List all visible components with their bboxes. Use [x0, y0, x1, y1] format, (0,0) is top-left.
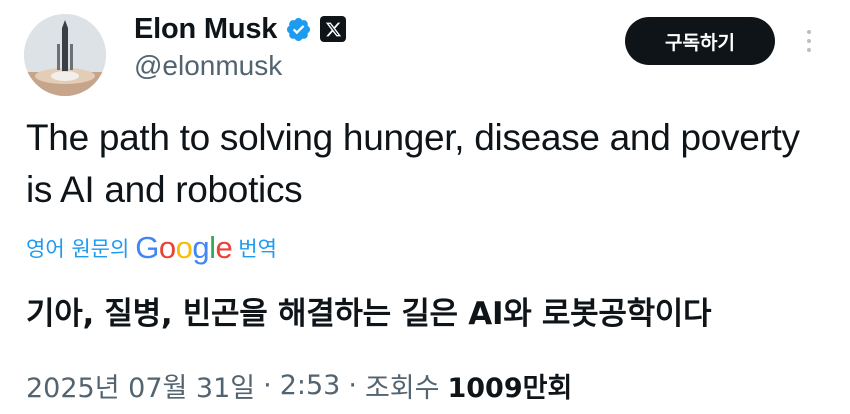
display-name[interactable]: Elon Musk [134, 13, 277, 46]
x-logo-icon[interactable] [320, 16, 347, 42]
verified-badge-icon[interactable] [285, 16, 312, 43]
more-dot [807, 39, 811, 43]
translation-attribution[interactable]: 영어 원문의 Google 번역 [26, 230, 277, 266]
avatar[interactable] [24, 14, 106, 96]
meta-separator: · [263, 370, 272, 401]
post-time[interactable]: 2:53 [280, 370, 341, 401]
rocket-launch-avatar [24, 14, 106, 96]
more-dot [807, 48, 811, 52]
more-dot [807, 30, 811, 34]
user-handle[interactable]: @elonmusk [134, 50, 282, 82]
google-logo: Google [135, 230, 233, 265]
subscribe-button[interactable]: 구독하기 [625, 17, 775, 65]
post-date[interactable]: 2025년 07월 31일 [26, 366, 255, 405]
translation-prefix: 영어 원문의 [26, 237, 130, 261]
meta-separator: · [348, 370, 357, 401]
tweet-meta: 2025년 07월 31일 · 2:53 · 조회수 1009만회 [26, 366, 572, 405]
translation-suffix: 번역 [238, 237, 277, 261]
views-label: 조회수 [364, 373, 440, 404]
tweet-text: The path to solving hunger, disease and … [26, 117, 800, 210]
views-count[interactable]: 1009만회 [447, 366, 572, 405]
author-name-row: Elon Musk [134, 10, 347, 48]
more-vertical-icon[interactable] [797, 24, 821, 58]
translated-text: 기아, 질병, 빈곤을 해결하는 길은 AI와 로봇공학이다 [26, 296, 712, 332]
